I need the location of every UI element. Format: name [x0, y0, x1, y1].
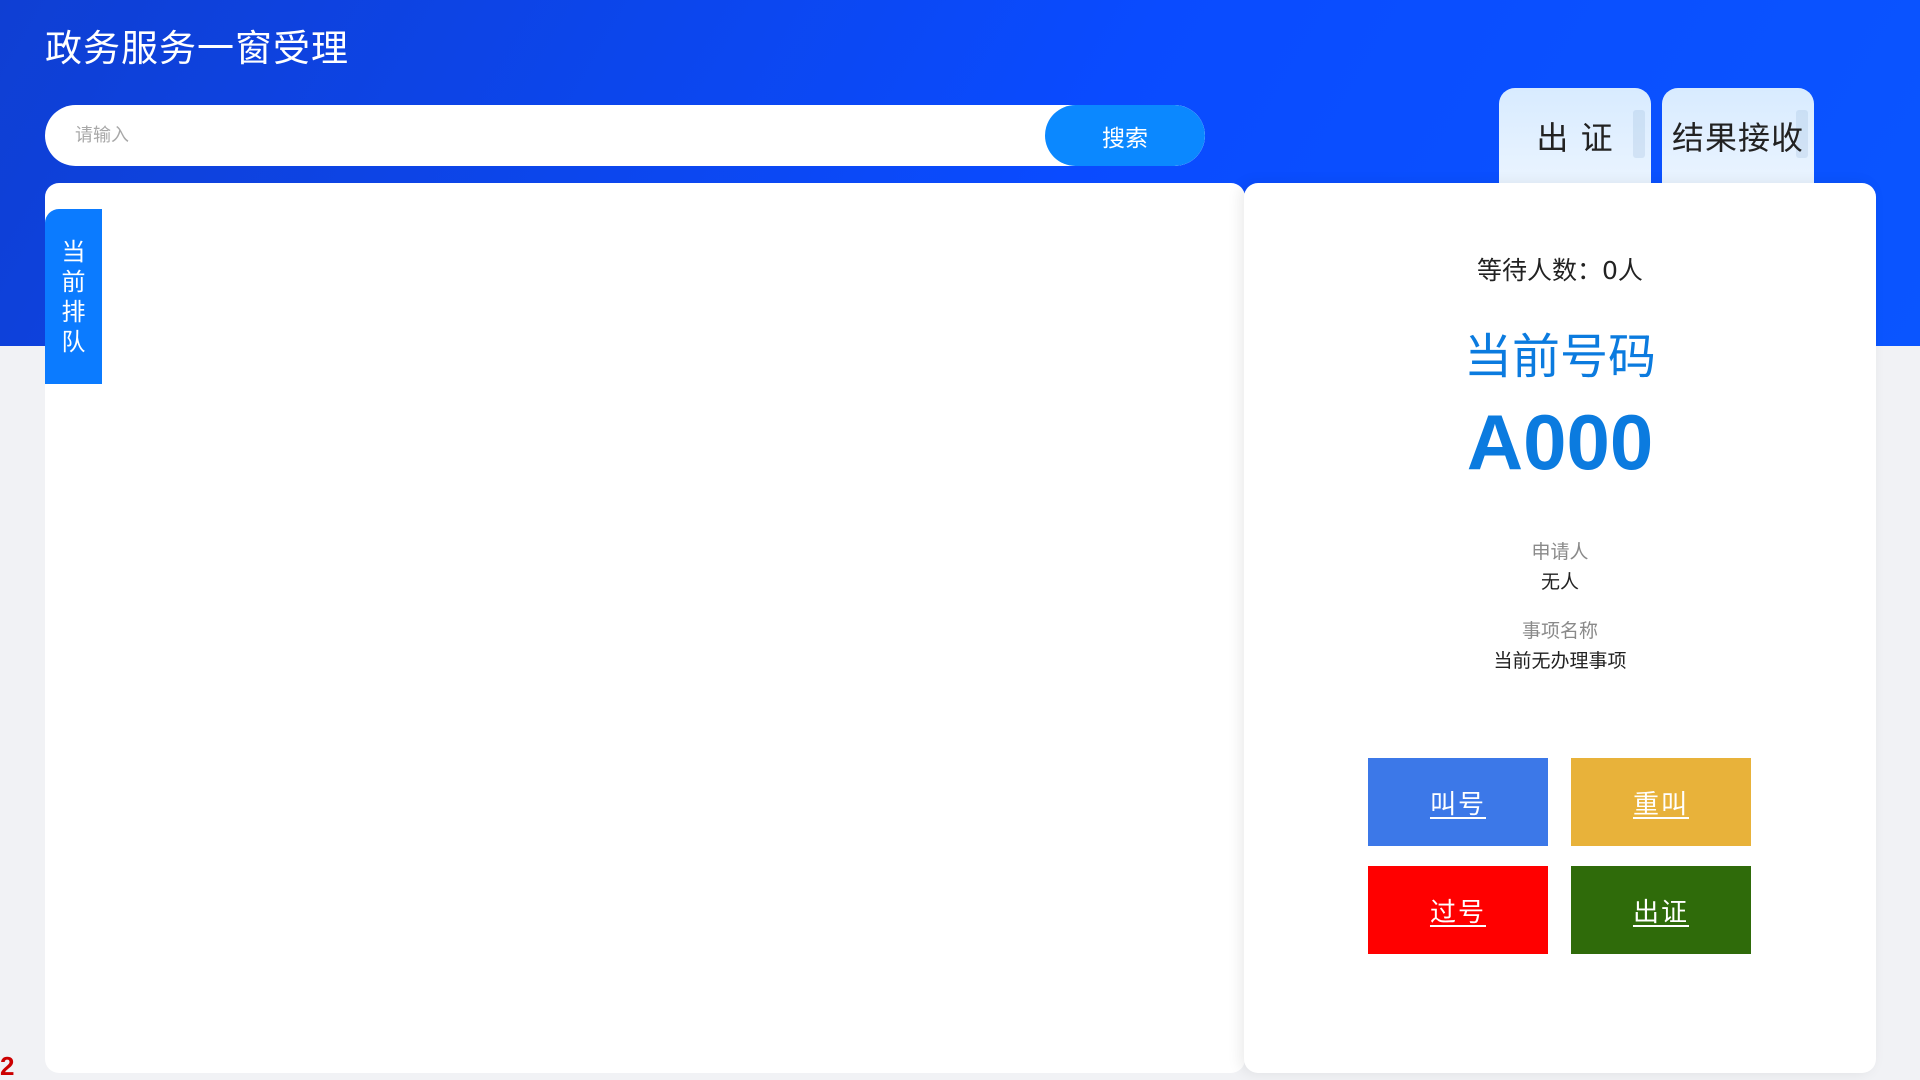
search-bar: 搜索	[45, 105, 1205, 166]
page-number-marker: 2	[0, 1051, 15, 1080]
tab-issue-certificate-label: 出 证	[1536, 119, 1614, 157]
tab-result-receive-label: 结果接收	[1671, 119, 1804, 157]
issue-certificate-button[interactable]: 出证	[1571, 866, 1751, 954]
page-title: 政务服务一窗受理	[45, 27, 349, 70]
tab-issue-certificate[interactable]: 出 证	[1499, 88, 1651, 184]
search-input[interactable]	[45, 105, 1205, 166]
tab-decoration-icon	[1633, 110, 1645, 158]
skip-number-button[interactable]: 过号	[1368, 866, 1548, 954]
search-button[interactable]: 搜索	[1045, 105, 1205, 166]
app-root: 政务服务一窗受理 搜索 出 证 结果接收 当前排队 等待人数：0人 当前号码 A…	[0, 0, 1920, 1080]
tab-result-receive[interactable]: 结果接收	[1662, 88, 1814, 184]
waiting-count: 等待人数：0人	[1477, 256, 1643, 285]
applicant-label: 申请人	[1531, 541, 1589, 563]
current-number: A000	[1466, 398, 1654, 486]
current-queue-tab[interactable]: 当前排队	[45, 209, 102, 384]
recall-button[interactable]: 重叫	[1571, 758, 1751, 846]
applicant-value: 无人	[1540, 571, 1579, 593]
queue-list-panel	[45, 183, 1245, 1073]
item-name-label: 事项名称	[1521, 620, 1598, 642]
current-number-label: 当前号码	[1463, 329, 1656, 385]
call-number-button[interactable]: 叫号	[1368, 758, 1548, 846]
item-name-value: 当前无办理事项	[1493, 650, 1627, 672]
